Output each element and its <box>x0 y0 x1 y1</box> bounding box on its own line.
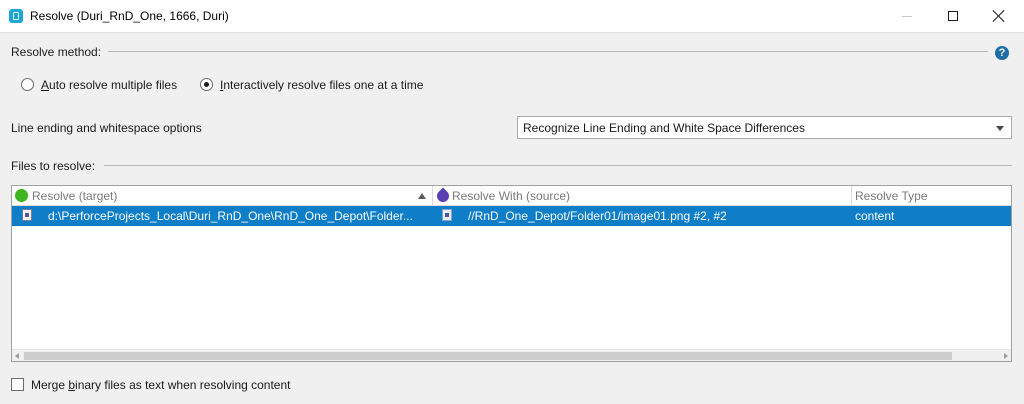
scrollbar-thumb[interactable] <box>24 352 952 360</box>
source-path-cell: //RnD_One_Depot/Folder01/image01.png #2,… <box>468 209 727 223</box>
file-icon <box>22 209 32 221</box>
minimize-icon <box>902 16 912 17</box>
scroll-right-icon[interactable] <box>1004 353 1008 359</box>
files-label: Files to resolve: <box>11 159 100 173</box>
line-ending-label: Line ending and whitespace options <box>11 121 202 135</box>
table-row[interactable]: d:\PerforceProjects_Local\Duri_RnD_One\R… <box>12 206 1011 226</box>
resolve-method-label: Resolve method: <box>11 45 106 59</box>
line-ending-selected: Recognize Line Ending and White Space Di… <box>523 121 805 135</box>
merge-binary-checkbox[interactable] <box>11 378 24 391</box>
resolve-type-cell: content <box>855 209 895 223</box>
sort-ascending-icon <box>418 193 426 199</box>
help-icon[interactable]: ? <box>995 46 1009 60</box>
files-table[interactable]: Resolve (target) Resolve With (source) R… <box>11 185 1012 362</box>
chevron-down-icon <box>996 126 1004 131</box>
close-button[interactable] <box>976 0 1022 33</box>
app-icon <box>9 9 23 23</box>
source-marker-icon <box>434 187 452 205</box>
maximize-button[interactable] <box>930 0 976 33</box>
target-marker-icon <box>15 189 28 202</box>
window-title: Resolve (Duri_RnD_One, 1666, Duri) <box>30 9 229 23</box>
interactive-resolve-label[interactable]: Interactively resolve files one at a tim… <box>220 78 423 92</box>
maximize-icon <box>948 11 958 21</box>
depot-file-icon <box>442 209 452 221</box>
resolve-method-divider <box>108 51 988 52</box>
interactive-resolve-radio[interactable] <box>200 78 213 91</box>
column-header-source[interactable]: Resolve With (source) <box>433 186 851 206</box>
line-ending-dropdown[interactable]: Recognize Line Ending and White Space Di… <box>517 116 1012 139</box>
minimize-button[interactable] <box>884 0 930 33</box>
column-header-type[interactable]: Resolve Type <box>852 186 1011 206</box>
table-header: Resolve (target) Resolve With (source) R… <box>12 186 1011 206</box>
auto-resolve-label[interactable]: Auto resolve multiple files <box>41 78 177 92</box>
scroll-left-icon[interactable] <box>15 353 19 359</box>
horizontal-scrollbar[interactable] <box>12 349 1011 361</box>
auto-resolve-radio[interactable] <box>21 78 34 91</box>
files-divider <box>104 165 1012 166</box>
title-bar: Resolve (Duri_RnD_One, 1666, Duri) <box>0 0 1024 33</box>
column-header-target[interactable]: Resolve (target) <box>12 186 432 206</box>
close-icon <box>992 9 1006 23</box>
target-path-cell: d:\PerforceProjects_Local\Duri_RnD_One\R… <box>48 209 413 223</box>
merge-binary-label[interactable]: Merge binary files as text when resolvin… <box>31 378 291 392</box>
